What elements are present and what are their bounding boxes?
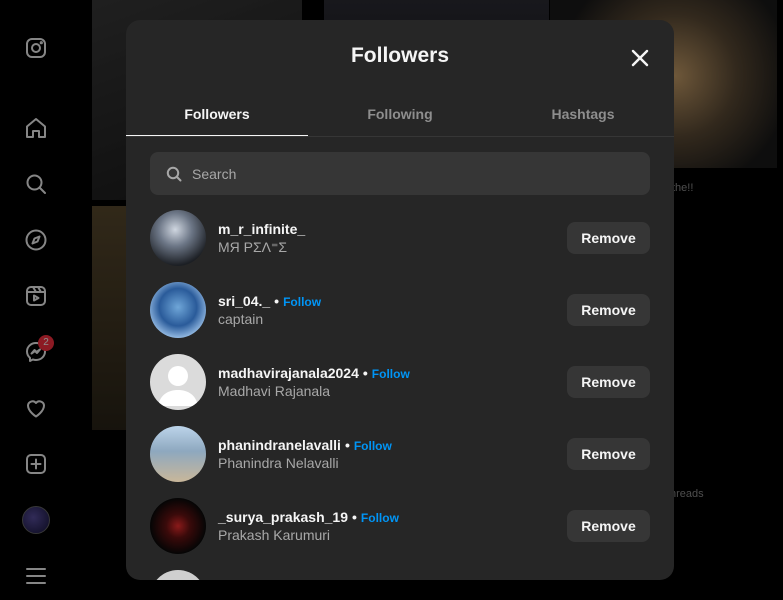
avatar[interactable] [150,354,206,410]
list-item: phanindranelavalli • Follow Phanindra Nela… [150,426,650,484]
full-name: Phanindra Nelavalli [218,455,339,471]
full-name: Prakash Karumuri [218,527,331,543]
follow-link[interactable]: Follow [354,439,392,453]
separator-dot: • [352,509,357,525]
list-item [150,570,650,580]
username[interactable]: _surya_prakash_19 [218,509,348,525]
list-item: sri_04._ • Follow captain Remove [150,282,650,340]
remove-button[interactable]: Remove [567,366,650,398]
separator-dot: • [362,365,368,381]
search-input[interactable] [190,164,634,183]
followers-modal: Followers Followers Following Hashtags m… [126,20,674,580]
full-name: Madhavi Rajanala [218,383,331,399]
list-item: madhavirajanala2024 • Follow Madhavi Rajan… [150,354,650,412]
search-icon [166,166,182,181]
avatar[interactable] [150,282,206,338]
username[interactable]: phanindranelavalli [218,437,341,453]
tab-hashtags[interactable]: Hashtags [492,100,674,136]
tab-bar: Followers Following Hashtags [126,100,674,137]
remove-button[interactable]: Remove [567,438,650,470]
list-item: m_r_infinite_ МЯ ΡΣΛ⁼Σ Remove [150,210,650,268]
separator-dot: • [344,437,350,453]
remove-button[interactable]: Remove [567,510,650,542]
avatar[interactable] [150,570,206,580]
modal-title: Followers [350,44,450,67]
list-item: _surya_prakash_19 • Follow Prakash Karumur… [150,498,650,556]
username[interactable]: madhavirajanala2024 [218,365,359,381]
follow-link[interactable]: Follow [372,367,410,381]
remove-button[interactable]: Remove [567,294,650,326]
avatar[interactable] [150,210,206,266]
close-icon [631,49,649,67]
search-box [150,152,650,195]
username[interactable]: m_r_infinite_ [218,221,305,237]
avatar[interactable] [150,498,206,554]
separator-dot: • [274,293,280,309]
full-name: МЯ ΡΣΛ⁼Σ [218,239,288,255]
default-avatar-icon [158,366,198,406]
followers-list: m_r_infinite_ МЯ ΡΣΛ⁼Σ Remove sri_04._ • F… [126,210,674,580]
follow-link[interactable]: Follow [283,295,321,309]
avatar[interactable] [150,426,206,482]
remove-button[interactable]: Remove [567,222,650,254]
close-button[interactable] [626,44,654,72]
tab-followers[interactable]: Followers [126,100,308,136]
follow-link[interactable]: Follow [361,511,399,525]
full-name: captain [218,311,264,327]
tab-following[interactable]: Following [309,100,491,136]
username[interactable]: sri_04._ [218,293,270,309]
